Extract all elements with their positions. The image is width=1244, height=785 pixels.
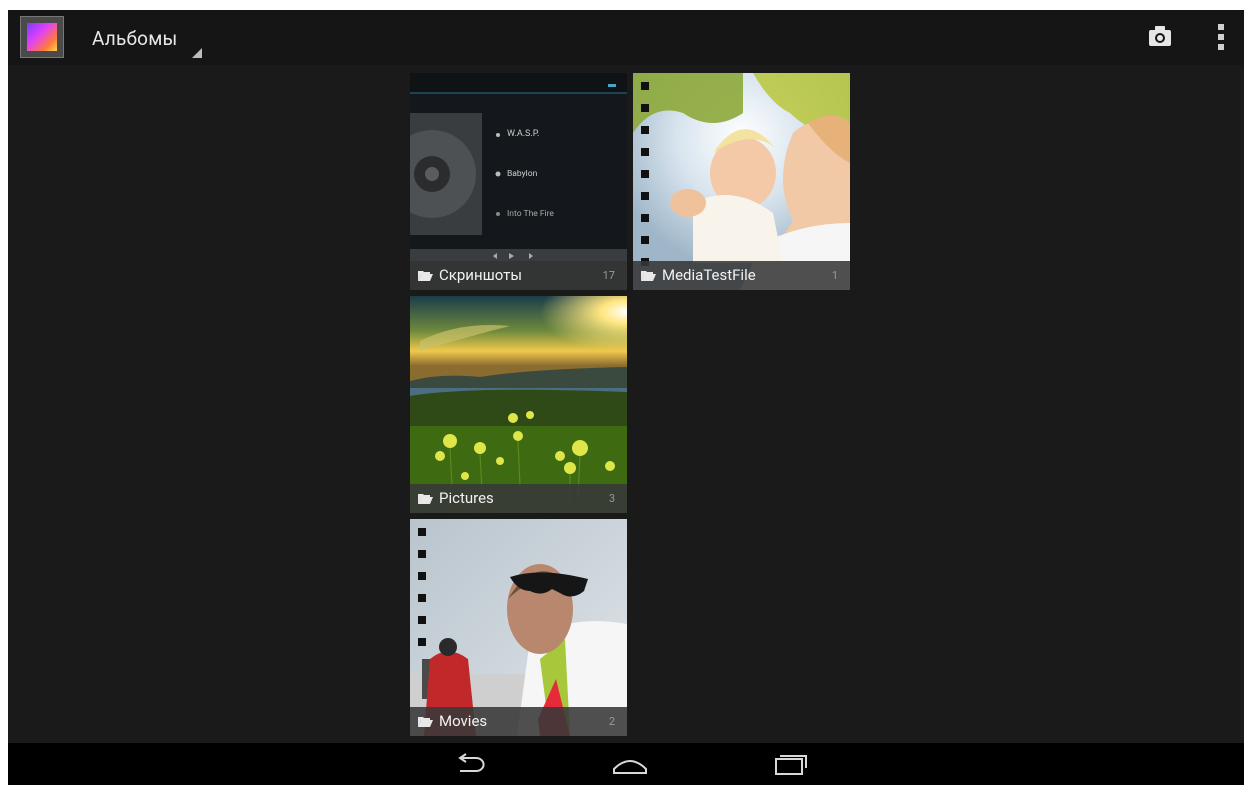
folder-icon xyxy=(418,494,433,504)
album-thumbnail xyxy=(410,519,627,736)
thumb-album: Babylon xyxy=(507,169,538,179)
album-name: Pictures xyxy=(439,489,494,507)
thumb-artist: W.A.S.P. xyxy=(507,129,540,139)
back-icon[interactable] xyxy=(448,751,492,777)
recents-icon[interactable] xyxy=(768,751,812,777)
album-count: 3 xyxy=(608,492,615,505)
folder-icon xyxy=(418,271,433,281)
album-tile-pictures[interactable]: Pictures 3 xyxy=(410,296,627,513)
page-title[interactable]: Альбомы xyxy=(92,27,177,50)
home-icon[interactable] xyxy=(608,751,652,777)
gallery-icon[interactable] xyxy=(20,16,64,58)
album-thumbnail xyxy=(633,73,850,290)
album-tile-mediatestfile[interactable]: MediaTestFile 1 xyxy=(633,73,850,290)
action-bar: Альбомы xyxy=(8,10,1244,65)
album-thumbnail xyxy=(410,296,627,513)
album-tile-movies[interactable]: Movies 2 xyxy=(410,519,627,736)
album-name: Movies xyxy=(439,712,488,730)
album-count: 1 xyxy=(831,269,838,282)
overflow-menu-icon[interactable] xyxy=(1218,24,1224,50)
album-name: MediaTestFile xyxy=(662,266,756,284)
album-thumbnail xyxy=(410,73,627,290)
album-label-bar: Movies 2 xyxy=(410,707,627,736)
folder-icon xyxy=(418,717,433,727)
navigation-bar xyxy=(8,743,1244,785)
folder-icon xyxy=(641,271,656,281)
album-count: 17 xyxy=(602,269,615,282)
album-name: Скриншоты xyxy=(439,266,522,284)
album-label-bar: MediaTestFile 1 xyxy=(633,261,850,290)
album-tile-screenshots[interactable]: W.A.S.P. Babylon Into The Fire Скриншоты… xyxy=(410,73,627,290)
album-count: 2 xyxy=(608,715,615,728)
album-label-bar: Скриншоты 17 xyxy=(410,261,627,290)
gallery-screen: Альбомы W.A.S.P. Babylon Into The Fire С… xyxy=(8,10,1244,785)
album-label-bar: Pictures 3 xyxy=(410,484,627,513)
thumb-track: Into The Fire xyxy=(507,209,554,219)
camera-icon[interactable] xyxy=(1149,26,1171,46)
spinner-indicator-icon[interactable] xyxy=(192,48,202,58)
